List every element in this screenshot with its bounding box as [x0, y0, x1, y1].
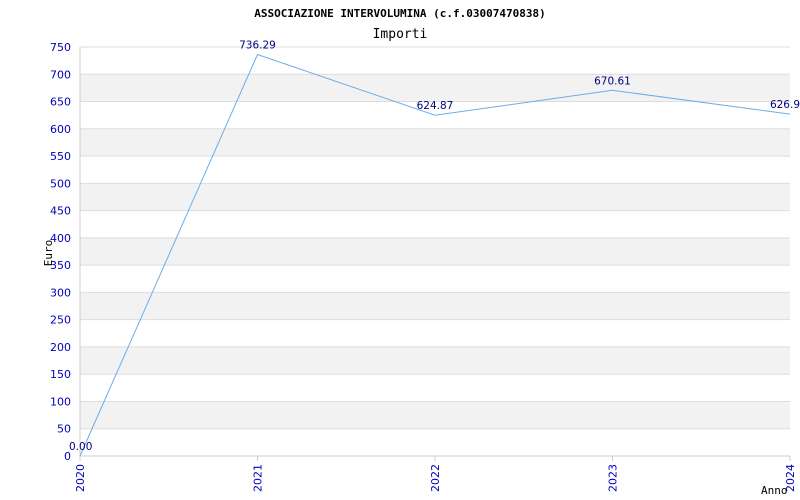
y-tick-label: 650 [50, 96, 71, 109]
grid-band [80, 128, 790, 157]
chart: 0501001502002503003504004505005506006507… [42, 7, 800, 497]
y-tick-label: 700 [50, 68, 71, 81]
grid-band [80, 183, 790, 211]
x-tick-labels: 2020 2021 2022 2023 2024 [74, 456, 797, 492]
data-label: 624.87 [417, 100, 454, 112]
data-label: 0.00 [69, 441, 92, 453]
x-tick-label: 2023 [607, 464, 620, 492]
y-tick-label: 150 [50, 368, 71, 381]
grid-band [80, 292, 790, 320]
data-label: 736.29 [239, 39, 276, 51]
y-axis-label: Euro [42, 240, 55, 267]
x-tick-label: 2021 [252, 464, 265, 492]
x-tick-label: 2022 [429, 464, 442, 492]
grid-bands [80, 74, 790, 429]
y-tick-label: 300 [50, 286, 71, 299]
y-tick-label: 50 [57, 423, 71, 436]
y-tick-label: 450 [50, 205, 71, 218]
chart-subtitle: Importi [373, 27, 428, 42]
grid-band [80, 346, 790, 375]
y-tick-label: 550 [50, 150, 71, 163]
x-tick-label: 2020 [74, 464, 87, 492]
data-label: 626.9 [770, 99, 800, 111]
y-tick-label: 500 [50, 177, 71, 190]
y-tick-label: 100 [50, 395, 71, 408]
x-axis-label: Anno [761, 484, 788, 497]
chart-title: ASSOCIAZIONE INTERVOLUMINA (c.f.03007470… [254, 7, 545, 20]
grid-band [80, 401, 790, 429]
y-tick-label: 750 [50, 41, 71, 54]
y-tick-label: 250 [50, 314, 71, 327]
y-tick-label: 200 [50, 341, 71, 354]
grid-band [80, 237, 790, 266]
grid-band [80, 74, 790, 102]
y-tick-label: 600 [50, 123, 71, 136]
data-label: 670.61 [594, 75, 631, 87]
